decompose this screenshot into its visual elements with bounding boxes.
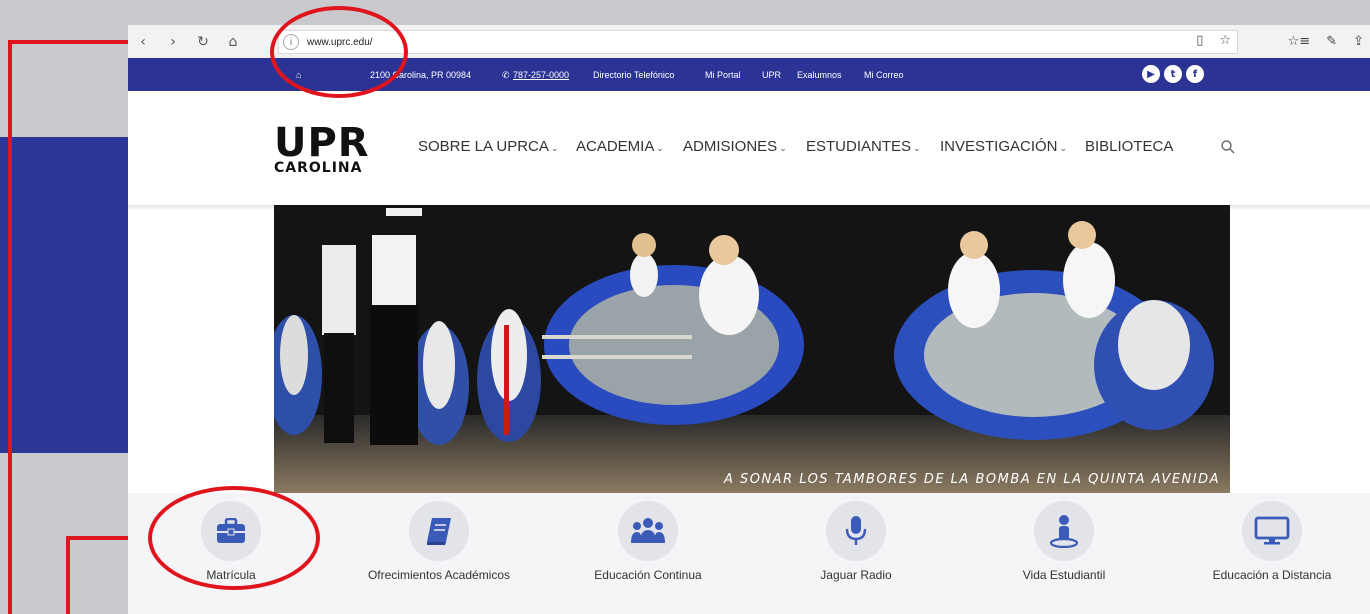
icon-circle	[826, 501, 886, 561]
quick-link-educacion-continua[interactable]: Educación Continua	[548, 501, 748, 582]
menu-admisiones[interactable]: ADMISIONES ⌄	[683, 138, 787, 155]
chevron-down-icon: ⌄	[550, 143, 559, 153]
quick-link-ofrecimientos[interactable]: Ofrecimientos Académicos	[339, 501, 539, 582]
icon-circle	[618, 501, 678, 561]
forward-button[interactable]: ›	[158, 25, 188, 58]
logo-line1: UPR	[274, 120, 370, 166]
facebook-icon[interactable]: f	[1186, 65, 1204, 83]
logo-line2: CAROLINA	[274, 160, 363, 176]
menu-sobre-la-uprca[interactable]: SOBRE LA UPRCA ⌄	[418, 138, 558, 155]
annotation-line	[66, 536, 70, 614]
annotation-circle-url	[270, 6, 408, 98]
quick-link-vida-estudiantil[interactable]: Vida Estudiantil	[964, 501, 1164, 582]
link-mi-portal[interactable]: Mi Portal	[705, 70, 741, 80]
refresh-button[interactable]: ↻	[188, 25, 218, 58]
annotation-line	[8, 40, 12, 614]
phone-icon: ✆	[502, 70, 510, 80]
link-mi-correo[interactable]: Mi Correo	[864, 70, 904, 80]
upr-carolina-logo[interactable]: UPR CAROLINA	[274, 123, 370, 175]
phone-link[interactable]: 787-257-0000	[513, 70, 569, 80]
quick-link-label: Vida Estudiantil	[1022, 568, 1106, 582]
quick-link-label: Jaguar Radio	[820, 568, 892, 582]
icon-circle	[1034, 501, 1094, 561]
hero-banner[interactable]: A SONAR LOS TAMBORES DE LA BOMBA EN LA Q…	[274, 205, 1230, 493]
icon-circle	[409, 501, 469, 561]
quick-link-label: Ofrecimientos Académicos	[367, 568, 511, 582]
menu-academia[interactable]: ACADEMIA ⌄	[576, 138, 664, 155]
pen-icon[interactable]: ✎	[1326, 34, 1337, 49]
twitter-icon[interactable]: t	[1164, 65, 1182, 83]
search-icon[interactable]	[1220, 139, 1236, 155]
chevron-down-icon: ⌄	[779, 143, 787, 153]
menu-biblioteca[interactable]: BIBLIOTECA	[1085, 138, 1173, 155]
back-button[interactable]: ‹	[128, 25, 158, 58]
home-button[interactable]: ⌂	[218, 25, 248, 58]
menu-investigacion[interactable]: INVESTIGACIÓN ⌄	[940, 138, 1067, 155]
quick-link-jaguar-radio[interactable]: Jaguar Radio	[756, 501, 956, 582]
share-icon[interactable]: ⇪	[1353, 34, 1364, 49]
student-icon	[1049, 515, 1079, 548]
reading-view-icon[interactable]: ▯	[1196, 33, 1203, 48]
chevron-down-icon: ⌄	[656, 143, 664, 153]
dancers-photo	[274, 205, 1230, 493]
monitor-icon	[1254, 516, 1290, 545]
quick-link-label: Educación Continua	[594, 568, 702, 582]
hero-caption: A SONAR LOS TAMBORES DE LA BOMBA EN LA Q…	[723, 472, 1220, 487]
background-band	[0, 137, 128, 453]
site-header: UPR CAROLINA SOBRE LA UPRCA ⌄ ACADEMIA ⌄ A…	[128, 91, 1370, 205]
link-upr[interactable]: UPR	[762, 70, 781, 80]
link-directorio[interactable]: Directorio Telefónico	[593, 70, 674, 80]
chevron-down-icon: ⌄	[1059, 143, 1068, 153]
book-icon	[427, 518, 451, 545]
favorite-star-icon[interactable]: ☆	[1219, 33, 1231, 48]
link-exalumnos[interactable]: Exalumnos	[797, 70, 842, 80]
annotation-circle-matricula	[148, 486, 320, 590]
address-bar[interactable]: i www.uprc.edu/ ▯ ☆	[278, 30, 1238, 54]
chevron-down-icon: ⌄	[913, 143, 921, 153]
icon-circle	[1242, 501, 1302, 561]
quick-link-label: Educación a Distancia	[1212, 568, 1332, 582]
youtube-icon[interactable]: ▶	[1142, 65, 1160, 83]
menu-estudiantes[interactable]: ESTUDIANTES ⌄	[806, 138, 921, 155]
quick-link-educacion-distancia[interactable]: Educación a Distancia	[1172, 501, 1370, 582]
favorites-icon[interactable]: ☆≡	[1288, 34, 1311, 49]
microphone-icon	[845, 516, 867, 545]
users-icon	[631, 518, 665, 543]
